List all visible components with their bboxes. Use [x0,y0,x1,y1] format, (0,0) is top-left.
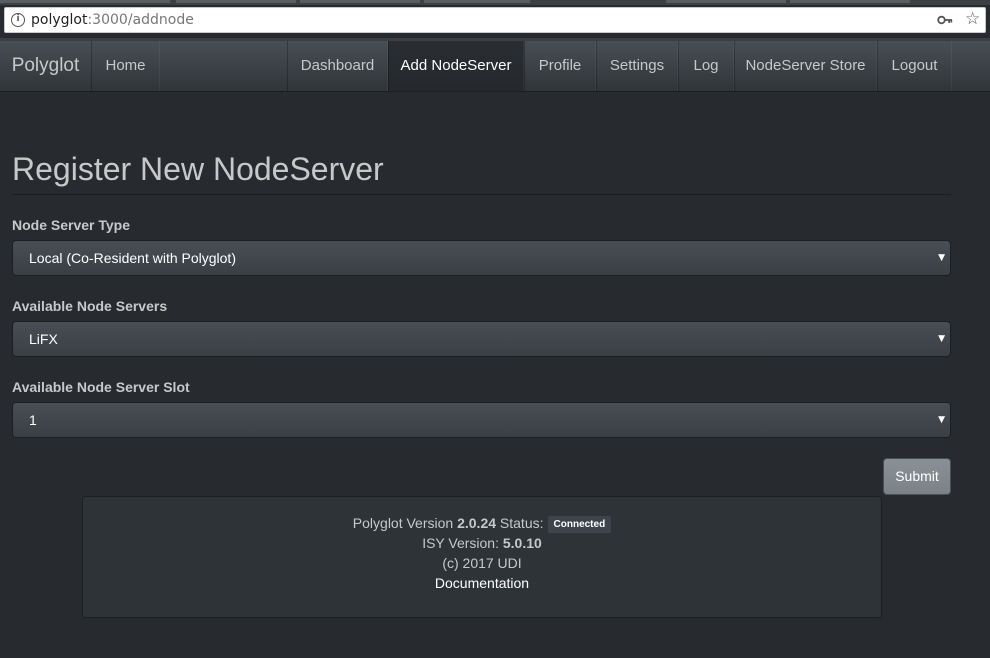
page-title: Register New NodeServer [12,151,384,187]
nav-nodeserver-store[interactable]: NodeServer Store [734,41,877,91]
caret-down-icon: ▼ [938,253,945,263]
isy-prefix: ISY Version: [422,535,499,551]
polyglot-version: 2.0.24 [457,515,497,531]
version-prefix: Polyglot Version [352,515,454,531]
nav-settings[interactable]: Settings [596,41,678,91]
isy-version: 5.0.10 [502,535,542,551]
browser-tab[interactable] [176,0,296,3]
submit-button[interactable]: Submit [883,458,951,495]
nav-add-nodeserver[interactable]: Add NodeServer [388,41,524,91]
status-badge: Connected [547,516,612,533]
nav-log[interactable]: Log [678,41,734,91]
node-server-slot-select[interactable]: 1 ▼ [12,402,951,438]
browser-tab[interactable] [300,0,420,3]
documentation-link[interactable]: Documentation [435,575,529,591]
top-navbar: Polyglot Home Dashboard Add NodeServer P… [0,41,990,92]
available-node-servers-label: Available Node Servers [12,298,168,314]
node-server-type-label: Node Server Type [12,217,131,233]
title-divider [12,194,951,195]
nav-home[interactable]: Home [91,41,160,91]
available-node-servers-select[interactable]: LiFX ▼ [12,321,951,357]
url-path: :3000/addnode [87,12,194,28]
copyright-line-wrapper: Documentation [83,573,881,593]
browser-tab[interactable] [790,0,910,3]
copyright: (c) 2017 UDI [442,555,522,571]
browser-tab[interactable] [0,0,170,3]
isy-version-line: ISY Version: 5.0.10 [83,533,881,553]
status-prefix: Status: [499,515,544,531]
star-icon[interactable]: ☆ [965,9,980,29]
info-icon[interactable]: i [11,13,25,27]
caret-down-icon: ▼ [938,415,945,425]
browser-tab[interactable] [424,0,530,3]
footer-panel: Polyglot Version 2.0.24 Status: Connected… [82,496,882,618]
browser-tab[interactable] [666,0,786,3]
nav-logout[interactable]: Logout [877,41,952,91]
url-text[interactable]: polyglot:3000/addnode [31,12,194,29]
caret-down-icon: ▼ [938,334,945,344]
nav-dashboard[interactable]: Dashboard [287,41,388,91]
node-server-type-value: Local (Co-Resident with Polyglot) [29,250,236,266]
nav-profile[interactable]: Profile [524,41,596,91]
available-node-servers-value: LiFX [29,331,58,347]
node-server-slot-value: 1 [29,412,37,428]
browser-tab-strip [0,0,990,5]
brand-logo[interactable]: Polyglot [0,41,91,91]
url-host: polyglot [31,12,88,28]
version-line: Polyglot Version 2.0.24 Status: Connected [83,513,881,533]
node-server-slot-label: Available Node Server Slot [12,379,190,395]
address-bar[interactable]: i polyglot:3000/addnode ☆ [4,7,986,33]
node-server-type-select[interactable]: Local (Co-Resident with Polyglot) ▼ [12,240,951,276]
key-icon[interactable] [937,12,953,28]
